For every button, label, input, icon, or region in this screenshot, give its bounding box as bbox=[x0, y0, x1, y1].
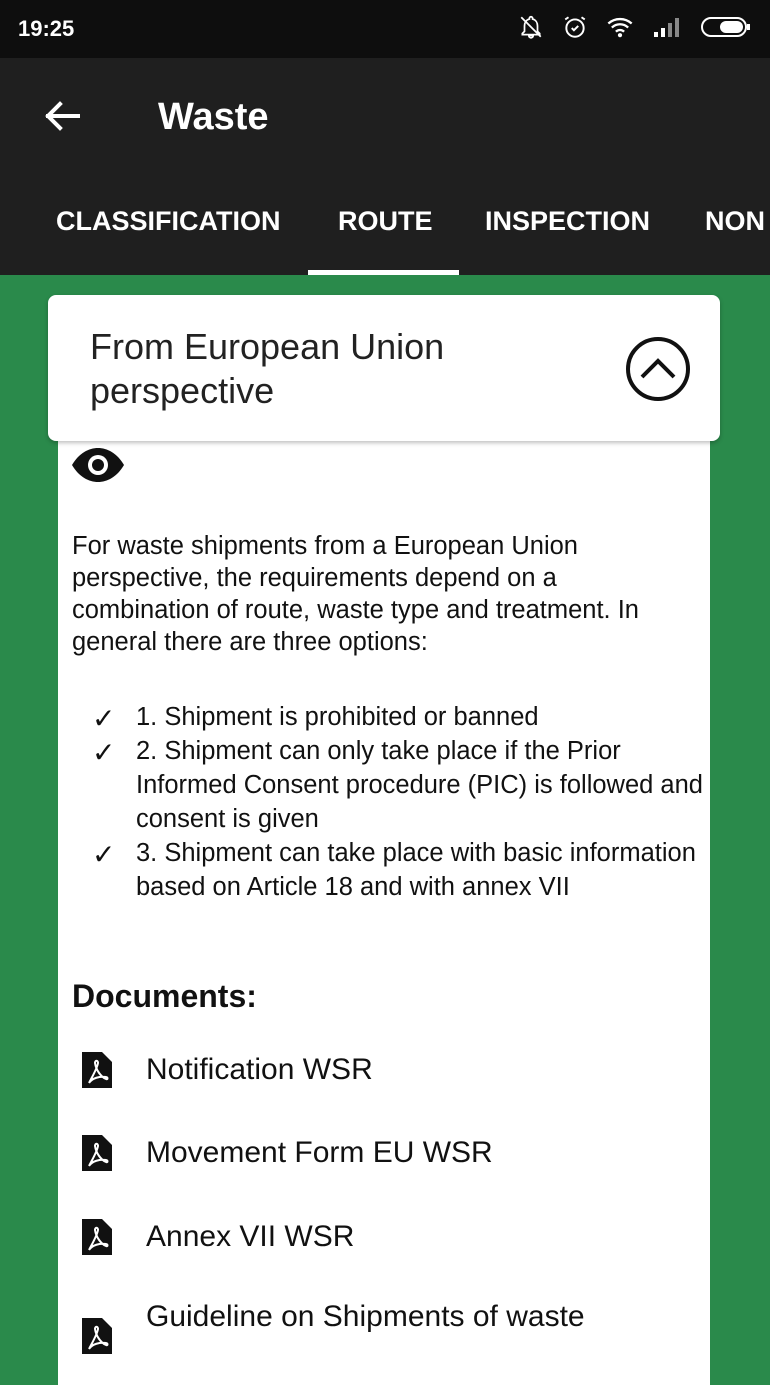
eye-icon[interactable] bbox=[70, 445, 126, 485]
status-bar: 19:25 bbox=[0, 0, 770, 58]
battery-icon bbox=[701, 17, 750, 37]
checkmark-icon: ✓ bbox=[92, 703, 116, 734]
document-link-notification[interactable]: Notification WSR bbox=[80, 1050, 373, 1090]
status-icons bbox=[518, 14, 752, 40]
status-time: 19:25 bbox=[18, 16, 75, 41]
tab-classification[interactable]: CLASSIFICATION bbox=[56, 206, 281, 237]
wifi-icon bbox=[607, 17, 633, 38]
checkmark-icon: ✓ bbox=[92, 737, 116, 768]
notifications-off-icon bbox=[520, 15, 542, 39]
alarm-icon bbox=[564, 16, 586, 38]
document-link-movement-form[interactable]: Movement Form EU WSR bbox=[80, 1133, 493, 1173]
content-area[interactable]: From European Union perspective For wast… bbox=[0, 275, 770, 1385]
list-item: ✓ 3. Shipment can take place with basic i… bbox=[80, 836, 710, 904]
document-label: Guideline on Shipments of waste bbox=[146, 1300, 585, 1333]
document-label: Movement Form EU WSR bbox=[146, 1136, 493, 1169]
option-text: 3. Shipment can take place with basic in… bbox=[136, 839, 696, 901]
options-list: ✓ 1. Shipment is prohibited or banned ✓ 2.… bbox=[80, 700, 710, 904]
signal-icon bbox=[654, 18, 679, 37]
back-arrow-icon[interactable] bbox=[38, 92, 86, 140]
app-bar: Waste CLASSIFICATION ROUTE INSPECTION NO… bbox=[0, 58, 770, 275]
document-label: Notification WSR bbox=[146, 1053, 373, 1086]
list-item: ✓ 1. Shipment is prohibited or banned bbox=[80, 700, 710, 734]
pdf-icon bbox=[82, 1135, 112, 1171]
intro-text: For waste shipments from a European Unio… bbox=[72, 532, 639, 656]
section-title: From European Union perspective bbox=[90, 326, 445, 411]
pdf-icon bbox=[82, 1219, 112, 1255]
document-link-guideline[interactable]: Guideline on Shipments of waste bbox=[80, 1300, 585, 1356]
list-item: ✓ 2. Shipment can only take place if the … bbox=[80, 734, 710, 836]
page-title: Waste bbox=[158, 96, 269, 138]
tab-route[interactable]: ROUTE bbox=[338, 206, 433, 237]
tab-inspection[interactable]: INSPECTION bbox=[485, 206, 650, 237]
document-link-annex-vii[interactable]: Annex VII WSR bbox=[80, 1217, 354, 1257]
pdf-icon bbox=[82, 1318, 112, 1354]
checkmark-icon: ✓ bbox=[92, 839, 116, 870]
collapse-up-icon[interactable] bbox=[624, 335, 692, 403]
option-text: 2. Shipment can only take place if the P… bbox=[136, 737, 703, 833]
pdf-icon bbox=[82, 1052, 112, 1088]
tab-bar: CLASSIFICATION ROUTE INSPECTION NON bbox=[0, 196, 770, 275]
tab-non[interactable]: NON bbox=[705, 206, 765, 237]
option-text: 1. Shipment is prohibited or banned bbox=[136, 703, 539, 731]
document-label: Annex VII WSR bbox=[146, 1220, 355, 1253]
section-header[interactable]: From European Union perspective bbox=[48, 295, 720, 441]
documents-heading: Documents: bbox=[72, 978, 257, 1014]
